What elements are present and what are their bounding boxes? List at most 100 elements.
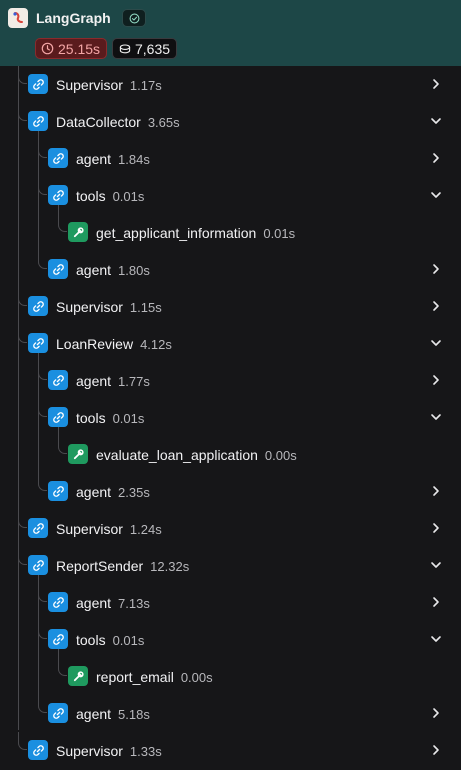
tree-node-agent[interactable]: agent 1.84s [0,140,461,176]
link-icon [28,518,48,538]
link-icon [48,629,68,649]
node-name: agent [76,706,112,722]
node-latency: 5.18s [118,707,150,722]
tree-node-agent[interactable]: agent 1.80s [0,251,461,287]
node-name: agent [76,595,112,611]
node-latency: 1.33s [129,744,162,759]
node-name: tools [76,632,106,648]
chevron-down-icon[interactable] [429,188,443,202]
node-latency: 0.00s [180,670,213,685]
trace-header: LangGraph 25.15s 7,635 [0,0,461,66]
chevron-right-icon[interactable] [429,484,443,498]
wrench-icon [68,666,88,686]
tree-node-tool-call[interactable]: report_email 0.00s [0,658,461,694]
node-name: Supervisor [56,743,123,759]
tree-node-agent[interactable]: agent 5.18s [0,695,461,731]
node-name: ReportSender [56,558,144,574]
node-name: LoanReview [56,336,134,352]
node-latency: 1.77s [118,374,150,389]
langgraph-logo-icon [8,8,28,28]
link-icon [28,333,48,353]
node-latency: 1.80s [118,263,150,278]
link-icon [28,74,48,94]
node-name: agent [76,373,112,389]
chevron-right-icon[interactable] [429,373,443,387]
trace-title: LangGraph [36,10,111,26]
latency-value: 25.15s [58,40,101,57]
chevron-right-icon[interactable] [429,743,443,757]
link-icon [48,407,68,427]
tree-node-reportsender[interactable]: ReportSender 12.32s [0,547,461,583]
link-icon [48,592,68,612]
wrench-icon [68,444,88,464]
node-latency: 1.84s [118,152,150,167]
node-latency: 0.01s [112,189,145,204]
link-icon [28,740,48,760]
chevron-right-icon[interactable] [429,521,443,535]
node-latency: 0.01s [263,226,296,241]
clock-icon [41,42,54,55]
link-icon [48,259,68,279]
node-name: agent [76,151,112,167]
tree-node-loanreview[interactable]: LoanReview 4.12s [0,325,461,361]
tree-node-supervisor[interactable]: Supervisor 1.15s [0,288,461,324]
tree-node-tool-call[interactable]: evaluate_loan_application 0.00s [0,436,461,472]
node-latency: 7.13s [118,596,150,611]
node-name: report_email [96,669,174,685]
chevron-down-icon[interactable] [429,336,443,350]
link-icon [28,296,48,316]
node-name: tools [76,188,106,204]
node-latency: 4.12s [140,337,172,352]
node-name: tools [76,410,106,426]
node-latency: 12.32s [150,559,190,574]
chevron-right-icon[interactable] [429,77,443,91]
node-name: DataCollector [56,114,141,130]
check-circle-icon [122,9,146,27]
tree-node-supervisor[interactable]: Supervisor 1.24s [0,510,461,546]
node-name: evaluate_loan_application [96,447,258,463]
node-name: agent [76,484,112,500]
tree-node-supervisor[interactable]: Supervisor 1.33s [0,732,461,768]
node-name: Supervisor [56,299,123,315]
tree-node-agent[interactable]: agent 1.77s [0,362,461,398]
tree-node-agent[interactable]: agent 2.35s [0,473,461,509]
link-icon [48,481,68,501]
tree-node-tools[interactable]: tools 0.01s [0,399,461,435]
node-latency: 2.35s [118,485,150,500]
latency-badge: 25.15s [35,38,108,59]
node-name: Supervisor [56,521,123,537]
link-icon [48,148,68,168]
node-name: Supervisor [56,77,123,93]
node-latency: 1.15s [129,300,162,315]
node-latency: 3.65s [147,115,180,130]
link-icon [48,370,68,390]
chevron-down-icon[interactable] [429,558,443,572]
tree-node-agent[interactable]: agent 7.13s [0,584,461,620]
chevron-right-icon[interactable] [429,262,443,276]
chevron-right-icon[interactable] [429,299,443,313]
tree-node-tools[interactable]: tools 0.01s [0,177,461,213]
tree-node-supervisor[interactable]: Supervisor 1.17s [0,66,461,102]
node-latency: 0.00s [264,448,297,463]
chevron-down-icon[interactable] [429,410,443,424]
coins-icon [119,43,131,53]
chevron-right-icon[interactable] [429,595,443,609]
node-name: agent [76,262,112,278]
node-name: get_applicant_information [96,225,257,241]
tree-node-tool-call[interactable]: get_applicant_information 0.01s [0,214,461,250]
tree-node-datacollector[interactable]: DataCollector 3.65s [0,103,461,139]
chevron-right-icon[interactable] [429,706,443,720]
tokens-badge: 7,635 [112,38,178,59]
node-latency: 1.17s [129,78,162,93]
chevron-right-icon[interactable] [429,151,443,165]
tokens-value: 7,635 [135,40,171,57]
link-icon [28,111,48,131]
tree-node-tools[interactable]: tools 0.01s [0,621,461,657]
wrench-icon [68,222,88,242]
trace-tree: Supervisor 1.17s DataCollector 3.65s agent… [0,66,461,770]
node-latency: 0.01s [112,633,145,648]
link-icon [48,185,68,205]
chevron-down-icon[interactable] [429,114,443,128]
chevron-down-icon[interactable] [429,632,443,646]
node-latency: 1.24s [129,522,162,537]
